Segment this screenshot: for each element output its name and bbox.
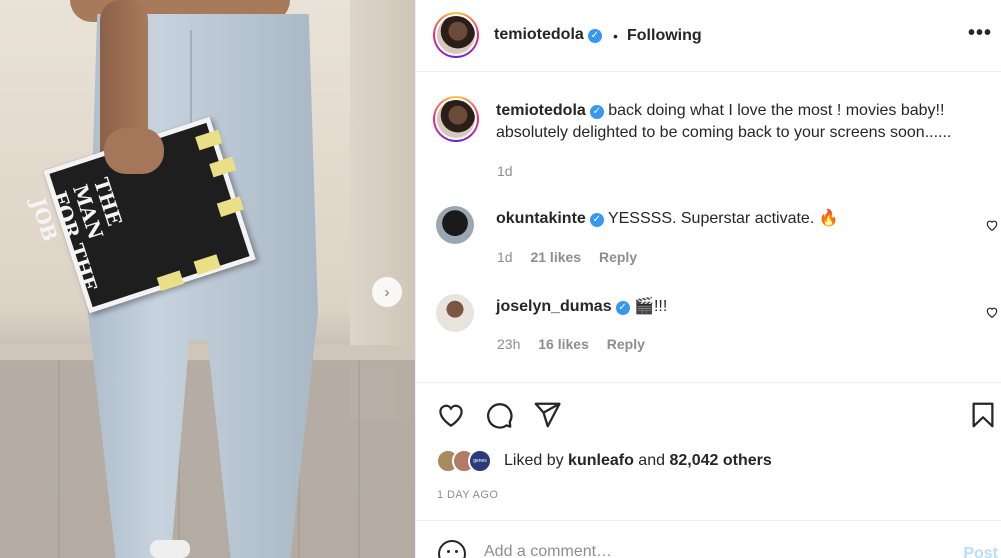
share-icon[interactable]	[532, 400, 562, 430]
bookmark-icon[interactable]	[968, 400, 998, 430]
comment-like-icon[interactable]	[985, 218, 999, 232]
author-avatar[interactable]	[433, 12, 479, 58]
chevron-right-icon: ›	[384, 283, 390, 301]
separator-dot: •	[613, 28, 618, 44]
author-username[interactable]: temiotedola ✓	[494, 26, 602, 44]
comment-time[interactable]: 23h	[497, 336, 520, 352]
post-details-panel: temiotedola ✓ • Following ••• temiotedola…	[415, 0, 1001, 558]
following-button[interactable]: Following	[627, 27, 702, 45]
verified-badge-icon: ✓	[589, 105, 604, 119]
more-icon[interactable]: •••	[968, 22, 992, 45]
liked-by-joiner: and	[638, 452, 665, 469]
comment-input[interactable]	[484, 543, 944, 558]
caption-username[interactable]: temiotedola	[496, 102, 586, 119]
comment-text: 🎬!!!	[634, 298, 668, 315]
comment-text: YESSSS. Superstar activate. 🔥	[607, 210, 839, 227]
floor	[0, 360, 415, 558]
caption: temiotedola ✓ back doing what I love the …	[496, 100, 986, 144]
comment-avatar[interactable]	[436, 206, 474, 244]
sticky-note	[195, 129, 223, 151]
liked-by-others[interactable]: 82,042 others	[669, 452, 771, 469]
comment-username[interactable]: joselyn_dumas	[496, 298, 612, 315]
add-comment-bar: Post	[416, 520, 1001, 558]
liked-by-prefix: Liked by	[504, 452, 564, 469]
sticky-note	[216, 196, 244, 217]
comment-likes[interactable]: 16 likes	[538, 336, 589, 352]
verified-badge-icon: ✓	[587, 29, 602, 43]
comment-time[interactable]: 1d	[497, 249, 513, 265]
comment-likes[interactable]: 21 likes	[530, 249, 581, 265]
emoji-icon[interactable]	[438, 540, 466, 558]
liked-by: Liked by kunleafo and 82,042 others	[504, 452, 772, 470]
comment-meta: 1d 21 likes Reply	[497, 249, 651, 265]
comment-meta: 23h 16 likes Reply	[497, 336, 659, 352]
comment-like-icon[interactable]	[985, 305, 999, 319]
reply-button[interactable]: Reply	[599, 249, 637, 265]
hand	[104, 128, 164, 174]
reply-button[interactable]: Reply	[607, 336, 645, 352]
book-title: THE MAN FOR THE JOB	[26, 174, 127, 295]
comment-avatar[interactable]	[436, 294, 474, 332]
sticky-note	[193, 254, 221, 275]
comment: joselyn_dumas ✓ 🎬!!!	[496, 296, 667, 318]
liked-by-avatars[interactable]: genes	[436, 449, 500, 475]
next-photo-button[interactable]: ›	[372, 277, 402, 307]
post-photo: THE MAN FOR THE JOB ›	[0, 0, 415, 558]
comment-icon[interactable]	[484, 400, 514, 430]
comment-username[interactable]: okuntakinte	[496, 210, 586, 227]
post-timestamp[interactable]: 1 DAY AGO	[437, 489, 498, 501]
caption-time[interactable]: 1d	[497, 163, 513, 179]
verified-badge-icon: ✓	[615, 301, 630, 315]
liked-by-user[interactable]: kunleafo	[568, 452, 634, 469]
post-actions: genes Liked by kunleafo and 82,042 other…	[416, 382, 1001, 520]
comment: okuntakinte ✓ YESSSS. Superstar activate.…	[496, 208, 839, 230]
caption-avatar[interactable]	[433, 96, 479, 142]
post-header: temiotedola ✓ • Following •••	[416, 0, 1001, 72]
heart-icon[interactable]	[436, 400, 466, 430]
shoe	[150, 540, 190, 558]
verified-badge-icon: ✓	[589, 213, 604, 227]
post-button[interactable]: Post	[963, 545, 998, 558]
avatar: genes	[468, 449, 492, 473]
